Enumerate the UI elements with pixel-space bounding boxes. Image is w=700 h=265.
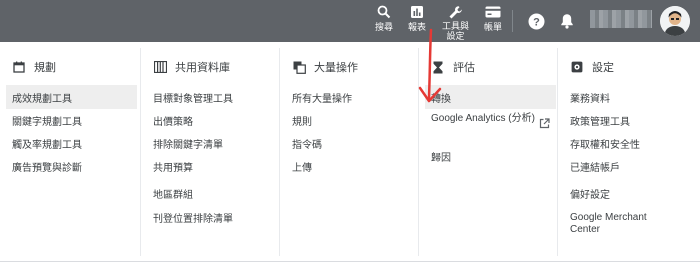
wrench-icon — [448, 4, 463, 20]
column-shared-library: 共用資料庫 目標對象管理工具 出價策略 排除關鍵字清單 共用預算 地區群組 刊登… — [141, 42, 279, 258]
menu-item-conversions[interactable]: 轉換 — [425, 85, 556, 109]
bottom-edge — [0, 261, 700, 265]
menu-item-label: 觸及率規劃工具 — [12, 139, 82, 151]
svg-text:?: ? — [533, 16, 540, 28]
column-heading-planning: 規劃 — [12, 59, 56, 75]
menu-item-label: 存取權和安全性 — [570, 139, 640, 151]
settings-icon — [570, 60, 584, 74]
help-icon[interactable]: ? — [527, 12, 545, 30]
menu-item-label: Google Merchant Center — [570, 212, 647, 235]
heading-label: 評估 — [453, 62, 475, 74]
search-label: 搜尋 — [375, 22, 394, 32]
heading-label: 大量操作 — [314, 62, 358, 74]
heading-label: 共用資料庫 — [175, 62, 230, 74]
menu-item-label: 所有大量操作 — [292, 93, 352, 105]
menu-item-label: 刊登位置排除清單 — [153, 213, 233, 225]
search-icon — [377, 4, 391, 20]
reports-button[interactable]: 報表 — [408, 4, 426, 32]
menu-item-google-analytics[interactable]: Google Analytics (分析) — [425, 111, 556, 139]
menu-item-label: 關鍵字規劃工具 — [12, 116, 82, 128]
menu-item-label: 轉換 — [431, 93, 451, 105]
billing-button[interactable]: 帳單 — [484, 4, 502, 32]
menu-item-label: 成效規劃工具 — [12, 93, 72, 105]
menu-item-placement-exclusion-lists[interactable]: 刊登位置排除清單 — [147, 205, 275, 229]
menu-item-linked-accounts[interactable]: 已連結帳戶 — [564, 154, 694, 178]
tools-label-line2: 設定 — [446, 31, 465, 41]
menu-item-shared-budgets[interactable]: 共用預算 — [147, 154, 275, 178]
tools-settings-button[interactable]: 工具與 設定 — [442, 4, 469, 41]
menu-item-all-bulk-actions[interactable]: 所有大量操作 — [286, 85, 414, 109]
menu-item-label: 地區群組 — [153, 189, 193, 201]
menu-item-negative-keyword-lists[interactable]: 排除關鍵字清單 — [147, 131, 275, 155]
menu-item-label: 上傳 — [292, 162, 312, 174]
tools-label-line1: 工具與 — [442, 21, 470, 31]
menu-item-attribution[interactable]: 歸因 — [425, 144, 556, 168]
search-button[interactable]: 搜尋 — [375, 4, 393, 32]
menu-item-bid-strategies[interactable]: 出價策略 — [147, 108, 275, 132]
menu-item-label: 排除關鍵字清單 — [153, 139, 223, 151]
tools-settings-menu: 規劃 成效規劃工具 關鍵字規劃工具 觸及率規劃工具 廣告預覽與診斷 共用資料庫 … — [0, 42, 700, 262]
menu-item-business-data[interactable]: 業務資料 — [564, 85, 694, 109]
menu-item-label: 政策管理工具 — [570, 116, 630, 128]
menu-item-label: 廣告預覽與診斷 — [12, 162, 82, 174]
menu-item-label: 目標對象管理工具 — [153, 93, 233, 105]
menu-item-label: 規則 — [292, 116, 312, 128]
menu-item-policy-manager[interactable]: 政策管理工具 — [564, 108, 694, 132]
menu-item-ad-preview[interactable]: 廣告預覽與診斷 — [6, 154, 137, 178]
menu-item-label: 共用預算 — [153, 162, 193, 174]
heading-label: 設定 — [592, 62, 614, 74]
credit-card-icon — [485, 4, 501, 20]
menu-item-preferences[interactable]: 偏好設定 — [564, 181, 694, 205]
menu-item-label: 已連結帳戶 — [570, 162, 620, 174]
menu-item-access-and-security[interactable]: 存取權和安全性 — [564, 131, 694, 155]
external-link-icon — [539, 118, 550, 133]
account-name-redacted[interactable] — [590, 10, 652, 28]
menu-item-reach-planner[interactable]: 觸及率規劃工具 — [6, 131, 137, 155]
menu-item-keyword-planner[interactable]: 關鍵字規劃工具 — [6, 108, 137, 132]
calendar-icon — [12, 60, 26, 74]
column-bulk-actions: 大量操作 所有大量操作 規則 指令碼 上傳 — [280, 42, 418, 258]
billing-label: 帳單 — [484, 22, 503, 32]
column-measurement: 評估 轉換 Google Analytics (分析) 歸因 — [419, 42, 557, 258]
menu-item-label: 歸因 — [431, 152, 451, 164]
toolbar-divider — [512, 10, 513, 32]
menu-item-label: 出價策略 — [153, 116, 193, 128]
menu-item-label: Google Analytics (分析) — [431, 113, 535, 124]
column-heading-bulk-actions: 大量操作 — [292, 59, 358, 75]
column-heading-shared-library: 共用資料庫 — [153, 59, 230, 75]
menu-item-performance-planner[interactable]: 成效規劃工具 — [6, 85, 137, 109]
menu-item-label: 業務資料 — [570, 93, 610, 105]
column-heading-setup: 設定 — [570, 59, 614, 75]
avatar[interactable] — [660, 6, 690, 36]
hourglass-icon — [431, 60, 445, 74]
menu-item-uploads[interactable]: 上傳 — [286, 154, 414, 178]
menu-item-label: 指令碼 — [292, 139, 322, 151]
menu-item-audience-manager[interactable]: 目標對象管理工具 — [147, 85, 275, 109]
bar-chart-icon — [410, 4, 424, 20]
menu-item-google-merchant-center[interactable]: Google Merchant Center — [564, 210, 694, 238]
library-icon — [153, 60, 167, 74]
column-planning: 規劃 成效規劃工具 關鍵字規劃工具 觸及率規劃工具 廣告預覽與診斷 — [0, 42, 140, 258]
top-toolbar: 搜尋 報表 工具與 設定 帳單 ? — [0, 0, 700, 42]
menu-item-label: 偏好設定 — [570, 189, 610, 201]
copy-icon — [292, 60, 306, 74]
menu-item-location-groups[interactable]: 地區群組 — [147, 181, 275, 205]
column-setup: 設定 業務資料 政策管理工具 存取權和安全性 已連結帳戶 偏好設定 Google… — [558, 42, 700, 258]
menu-item-scripts[interactable]: 指令碼 — [286, 131, 414, 155]
reports-label: 報表 — [408, 22, 427, 32]
heading-label: 規劃 — [34, 62, 56, 74]
notifications-bell-icon[interactable] — [558, 12, 576, 30]
column-heading-measurement: 評估 — [431, 59, 475, 75]
menu-item-rules[interactable]: 規則 — [286, 108, 414, 132]
